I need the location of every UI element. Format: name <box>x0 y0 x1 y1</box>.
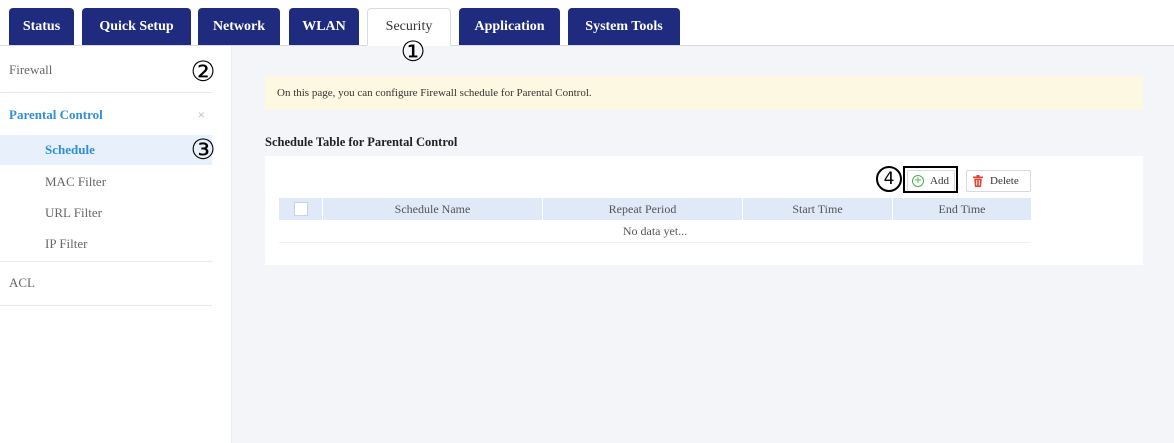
select-all-cell <box>279 198 323 220</box>
column-header-schedule-name[interactable]: Schedule Name <box>323 198 543 220</box>
tab-network[interactable]: Network <box>198 8 280 45</box>
tab-wlan[interactable]: WLAN <box>289 8 359 45</box>
table-header: Schedule Name Repeat Period Start Time E… <box>279 198 1031 220</box>
column-header-end-time[interactable]: End Time <box>893 198 1031 220</box>
sidebar-divider <box>0 92 212 93</box>
sidebar-item-firewall[interactable]: Firewall <box>0 58 212 82</box>
column-header-start-time[interactable]: Start Time <box>743 198 893 220</box>
sidebar-item-label: IP Filter <box>45 236 88 251</box>
tab-quick-setup[interactable]: Quick Setup <box>82 8 191 45</box>
sidebar-item-label: URL Filter <box>45 205 102 220</box>
schedule-table-card: + Add Delete Schedule Name Repeat Period… <box>265 156 1143 265</box>
sidebar: Firewall Parental Control × Schedule MAC… <box>0 46 232 443</box>
section-title: Schedule Table for Parental Control <box>265 135 458 149</box>
tab-status[interactable]: Status <box>9 8 74 45</box>
sidebar-item-parental-control[interactable]: Parental Control × <box>0 103 212 127</box>
notice-text: On this page, you can configure Firewall… <box>277 87 592 99</box>
sidebar-item-label: MAC Filter <box>45 174 107 189</box>
delete-button[interactable]: Delete <box>966 170 1031 192</box>
empty-table-message: No data yet... <box>279 220 1031 243</box>
callout-marker-4: 4 <box>876 166 902 192</box>
sidebar-item-label: Parental Control <box>9 107 103 122</box>
callout-marker-2: ② <box>190 54 216 88</box>
delete-button-label: Delete <box>990 175 1019 187</box>
top-nav: Status Quick Setup Network WLAN Security… <box>0 0 1174 46</box>
column-header-repeat-period[interactable]: Repeat Period <box>543 198 743 220</box>
sidebar-item-label: Firewall <box>9 62 53 77</box>
sidebar-divider <box>0 261 212 262</box>
sidebar-item-label: Schedule <box>45 142 95 157</box>
info-notice: On this page, you can configure Firewall… <box>265 76 1143 110</box>
sidebar-item-schedule[interactable]: Schedule <box>0 135 212 165</box>
sidebar-item-ip-filter[interactable]: IP Filter <box>0 232 212 256</box>
main-content: On this page, you can configure Firewall… <box>232 46 1174 443</box>
sidebar-item-mac-filter[interactable]: MAC Filter <box>0 170 212 194</box>
sidebar-divider <box>0 305 212 306</box>
sidebar-item-acl[interactable]: ACL <box>0 271 212 295</box>
callout-marker-3: ③ <box>190 132 216 166</box>
collapse-icon[interactable]: × <box>198 103 205 127</box>
select-all-checkbox[interactable] <box>293 202 308 216</box>
trash-icon <box>973 175 983 187</box>
callout-marker-1: ① <box>400 34 426 68</box>
add-button-highlight <box>903 166 958 193</box>
sidebar-item-url-filter[interactable]: URL Filter <box>0 201 212 225</box>
tab-application[interactable]: Application <box>459 8 560 45</box>
sidebar-item-label: ACL <box>9 275 35 290</box>
tab-system-tools[interactable]: System Tools <box>568 8 680 45</box>
